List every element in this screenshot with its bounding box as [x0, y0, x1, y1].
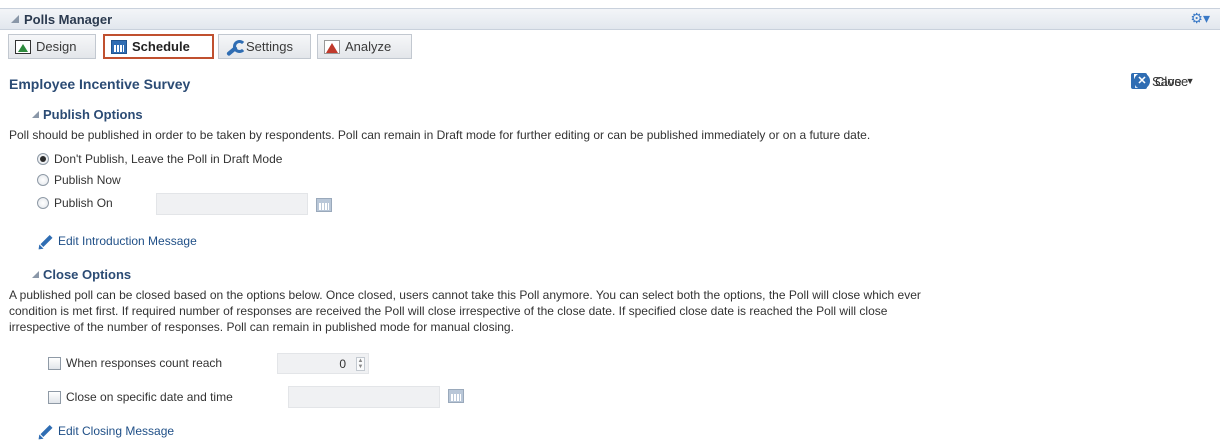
close-description-line-3: irrespective of the number of responses.…	[9, 320, 514, 334]
close-label: Close	[1155, 73, 1189, 89]
wrench-icon	[225, 39, 246, 54]
responses-count-stepper[interactable]: 0 ▲ ▼	[277, 353, 369, 374]
close-date-checkbox-row[interactable]: Close on specific date and time	[48, 390, 233, 404]
close-icon: ✕	[1134, 73, 1150, 89]
radio-dont-publish[interactable]: Don't Publish, Leave the Poll in Draft M…	[37, 152, 282, 166]
design-icon	[15, 39, 31, 54]
collapse-icon	[32, 271, 39, 278]
publish-description: Poll should be published in order to be …	[9, 128, 871, 142]
chart-icon	[324, 39, 340, 54]
checkbox[interactable]	[48, 390, 61, 404]
spinner-icon[interactable]: ▲ ▼	[356, 357, 365, 371]
radio-label: Publish Now	[54, 173, 121, 187]
edit-closing-link[interactable]: Edit Closing Message	[37, 423, 174, 439]
tab-settings[interactable]: Settings	[218, 34, 311, 59]
tab-design-label: Design	[36, 39, 77, 54]
gear-icon[interactable]: ⚙▾	[1190, 10, 1210, 27]
radio-button[interactable]	[37, 174, 49, 186]
checkbox[interactable]	[48, 356, 61, 370]
tab-analyze-label: Analyze	[345, 39, 392, 54]
page-title: Employee Incentive Survey	[9, 76, 191, 92]
radio-publish-on[interactable]: Publish On	[37, 196, 113, 210]
tab-settings-label: Settings	[246, 39, 293, 54]
publish-options-header[interactable]: Publish Options	[32, 107, 143, 122]
panel-title: Polls Manager	[24, 12, 113, 27]
close-options-title: Close Options	[43, 267, 132, 282]
collapse-icon	[32, 111, 39, 118]
radio-button[interactable]	[37, 153, 49, 165]
panel-header: Polls Manager ⚙▾	[0, 8, 1220, 30]
tab-design[interactable]: Design	[8, 34, 96, 59]
tab-schedule-label: Schedule	[132, 39, 190, 54]
publish-on-date-input[interactable]	[156, 193, 308, 215]
radio-publish-now[interactable]: Publish Now	[37, 173, 121, 187]
radio-label: Don't Publish, Leave the Poll in Draft M…	[54, 152, 283, 166]
responses-count-label: When responses count reach	[66, 356, 223, 370]
collapse-icon[interactable]	[11, 15, 19, 23]
edit-closing-label: Edit Closing Message	[58, 424, 175, 438]
pencil-icon	[37, 423, 53, 439]
radio-button[interactable]	[37, 197, 49, 209]
calendar-icon	[111, 39, 127, 54]
publish-options-title: Publish Options	[43, 107, 143, 122]
close-date-label: Close on specific date and time	[66, 390, 233, 404]
responses-count-checkbox-row[interactable]: When responses count reach	[48, 356, 222, 370]
edit-introduction-link[interactable]: Edit Introduction Message	[37, 233, 197, 249]
tab-schedule[interactable]: Schedule	[103, 34, 214, 59]
calendar-icon[interactable]	[448, 389, 464, 403]
close-description-line-2: condition is met first. If required numb…	[9, 304, 888, 318]
responses-count-value: 0	[339, 357, 346, 371]
close-button-wrap[interactable]: ✕ Close	[1134, 73, 1188, 89]
radio-label: Publish On	[54, 196, 113, 210]
tab-analyze[interactable]: Analyze	[317, 34, 412, 59]
calendar-icon[interactable]	[316, 198, 332, 212]
close-options-header[interactable]: Close Options	[32, 267, 131, 282]
pencil-icon	[37, 233, 53, 249]
edit-introduction-label: Edit Introduction Message	[58, 234, 197, 248]
close-description-line-1: A published poll can be closed based on …	[9, 288, 921, 302]
close-date-input[interactable]	[288, 386, 440, 408]
